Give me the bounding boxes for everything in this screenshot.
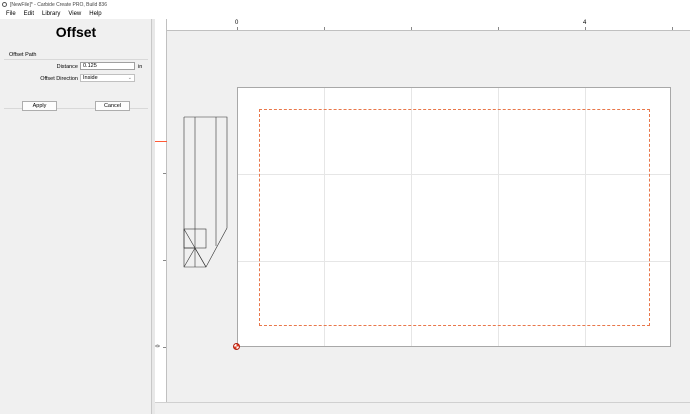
horizontal-scrollbar[interactable] <box>155 402 690 414</box>
horizontal-ruler-tick <box>672 27 673 30</box>
tool-bit-icon <box>183 116 228 268</box>
chevron-down-icon: ⌄ <box>127 75 132 81</box>
window-title: [NewFile]* - Carbide Create PRO, Build 8… <box>10 1 107 8</box>
vertical-ruler-tick <box>163 260 166 261</box>
menu-view[interactable]: View <box>65 11 84 17</box>
offset-direction-label: Offset Direction <box>40 76 78 82</box>
offset-panel: Offset Offset Path Distance 0.125 in Off… <box>0 19 152 414</box>
horizontal-ruler-tick <box>585 27 586 30</box>
offset-path-preview[interactable] <box>259 109 650 326</box>
unit-label: in <box>138 64 143 70</box>
horizontal-ruler-tick <box>411 27 412 30</box>
distance-label: Distance <box>56 64 78 70</box>
offset-direction-value: Inside <box>83 75 98 81</box>
apply-button[interactable]: Apply <box>22 101 57 111</box>
cancel-button[interactable]: Cancel <box>95 101 130 111</box>
horizontal-ruler-label-4: 4 <box>583 20 587 26</box>
horizontal-ruler-tick <box>498 27 499 30</box>
menu-file[interactable]: File <box>3 11 19 17</box>
section-label: Offset Path <box>9 52 37 58</box>
app-window: [NewFile]* - Carbide Create PRO, Build 8… <box>0 0 690 414</box>
panel-title: Offset <box>55 24 97 40</box>
menu-help[interactable]: Help <box>86 11 104 17</box>
horizontal-ruler-label-0: 0 <box>235 20 239 26</box>
vertical-ruler-tick <box>163 347 166 348</box>
distance-input[interactable]: 0.125 <box>80 62 135 70</box>
origin-icon <box>233 343 240 350</box>
vertical-ruler-label: 0 <box>155 344 162 348</box>
horizontal-ruler-tick <box>237 27 238 30</box>
app-logo-icon <box>2 2 7 7</box>
menu-library[interactable]: Library <box>39 11 63 17</box>
title-bar: [NewFile]* - Carbide Create PRO, Build 8… <box>0 0 690 9</box>
vertical-ruler: 0 <box>155 19 167 402</box>
menu-bar: File Edit Library View Help <box>0 9 690 19</box>
horizontal-ruler-tick <box>324 27 325 30</box>
ruler-position-marker <box>155 141 167 142</box>
stock-area[interactable] <box>237 87 671 347</box>
horizontal-ruler: 0 4 <box>167 19 690 31</box>
design-canvas[interactable] <box>167 31 690 402</box>
menu-edit[interactable]: Edit <box>21 11 37 17</box>
offset-direction-select[interactable]: Inside ⌄ <box>80 74 135 82</box>
vertical-ruler-tick <box>163 173 166 174</box>
